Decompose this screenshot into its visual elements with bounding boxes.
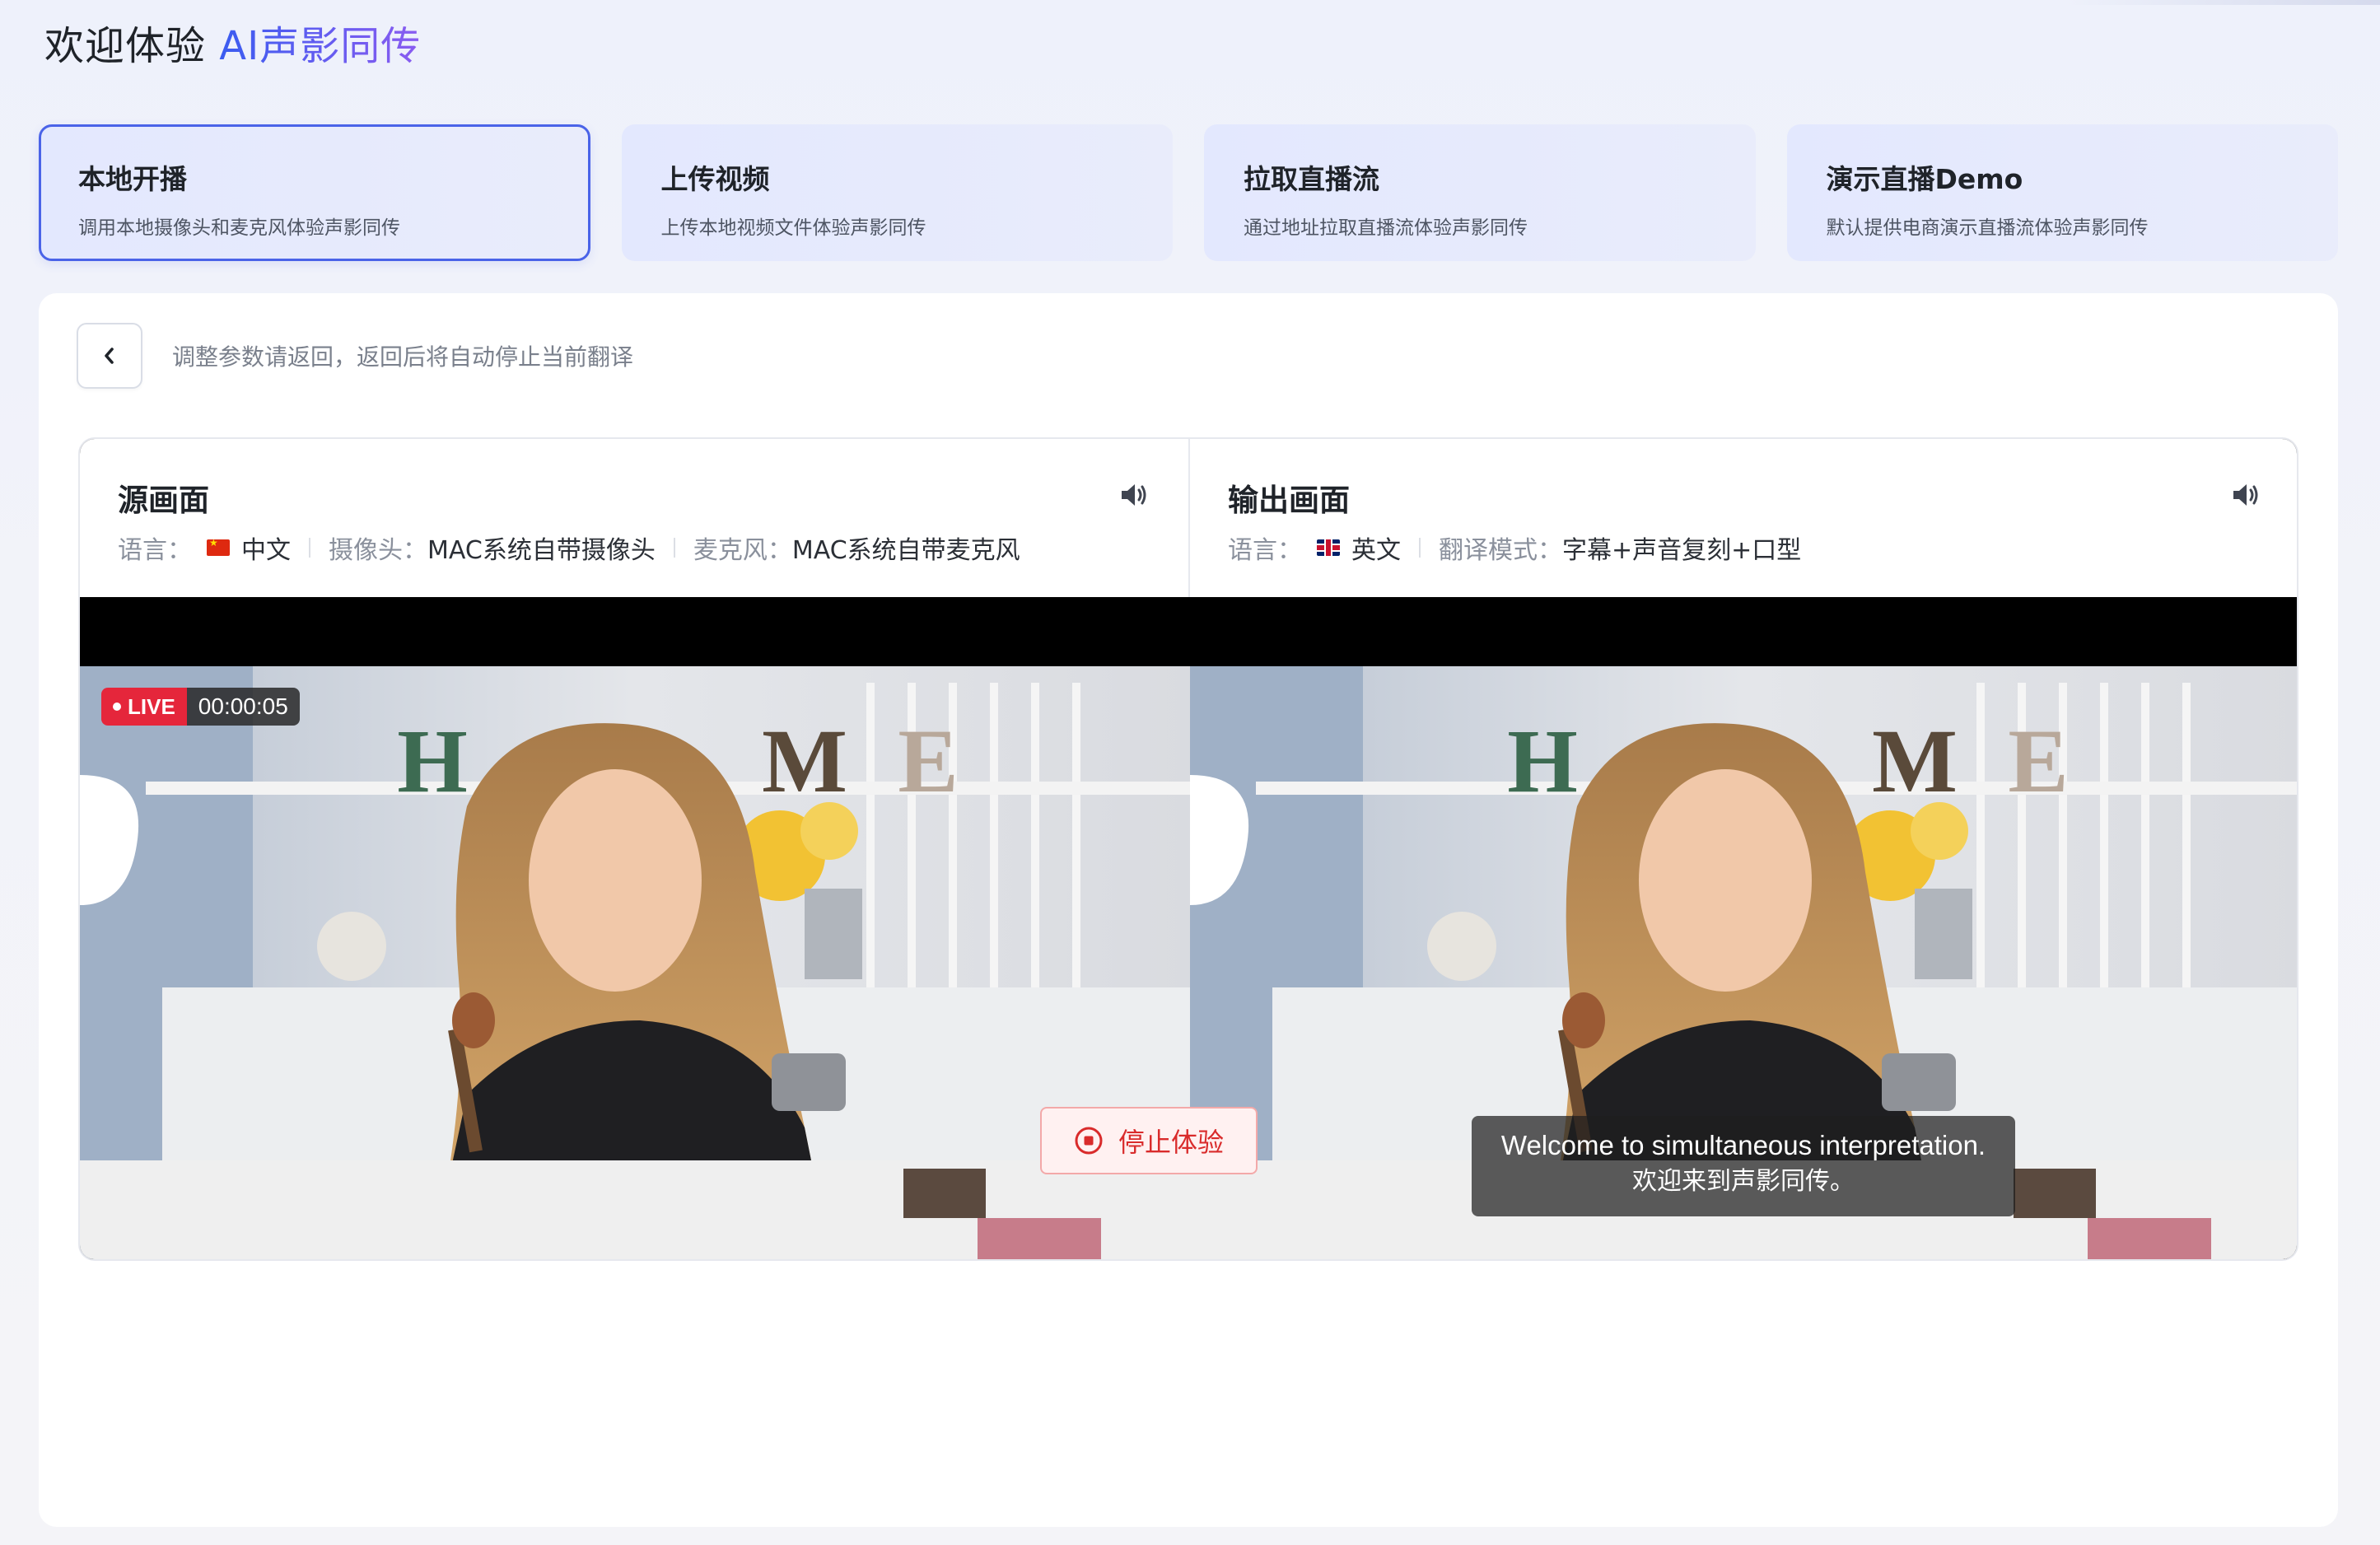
mode-tab-title: 上传视频 <box>660 163 770 195</box>
divider <box>1419 538 1421 558</box>
svg-text:H: H <box>1507 711 1578 811</box>
stop-button-label: 停止体验 <box>1118 1127 1224 1158</box>
language-value: 中文 <box>241 536 291 565</box>
page-title-prefix: 欢迎体验 <box>44 23 220 69</box>
elapsed-time: 00:00:05 <box>186 688 300 726</box>
mode-tab-upload-video[interactable]: 上传视频 上传本地视频文件体验声影同传 <box>621 124 1173 261</box>
source-video[interactable]: H M E LIVE 00:00:05 <box>80 597 1190 1259</box>
stop-button[interactable]: 停止体验 <box>1040 1107 1258 1174</box>
mic-value: MAC系统自带麦克风 <box>791 536 1020 565</box>
mode-tab-desc: 上传本地视频文件体验声影同传 <box>660 217 926 239</box>
output-video[interactable]: H M E Welcome to simultaneous interpreta… <box>1190 597 2297 1259</box>
subtitle-english: Welcome to simultaneous interpretation. <box>1500 1130 1986 1160</box>
page-title-brand: AI声影同传 <box>219 23 422 69</box>
speaker-icon[interactable] <box>1119 482 1149 508</box>
mode-tab-demo-live[interactable]: 演示直播Demo 默认提供电商演示直播流体验声影同传 <box>1786 124 2338 261</box>
speaker-icon[interactable] <box>2231 482 2261 508</box>
mode-tab-desc: 通过地址拉取直播流体验声影同传 <box>1244 217 1528 239</box>
divider <box>309 538 310 558</box>
header-decoration <box>2067 0 2380 5</box>
page-title: 欢迎体验 AI声影同传 <box>44 13 421 71</box>
output-meta: 语言： 英文 翻译模式： 字幕+声音复刻+口型 <box>1228 530 1801 566</box>
language-value: 英文 <box>1351 536 1401 565</box>
back-hint: 调整参数请返回，返回后将自动停止当前翻译 <box>172 343 634 371</box>
stop-icon <box>1075 1127 1103 1155</box>
live-indicator: LIVE <box>101 688 187 726</box>
language-label: 语言： <box>118 536 192 565</box>
mode-tab-title: 演示直播Demo <box>1826 163 2023 195</box>
source-video-frame: H M E <box>80 666 1190 1259</box>
mode-tab-title: 拉取直播流 <box>1244 163 1379 195</box>
subtitle-chinese: 欢迎来到声影同传。 <box>1632 1167 1855 1196</box>
china-flag-icon <box>207 539 230 556</box>
translation-mode-value: 字幕+声音复刻+口型 <box>1562 536 1802 565</box>
output-panel-header: 输出画面 语言： 英文 翻译模式： 字幕+声音复刻+口型 <box>1190 439 2297 597</box>
language-label: 语言： <box>1228 536 1302 565</box>
subtitle-overlay: Welcome to simultaneous interpretation. … <box>1472 1116 2015 1216</box>
svg-text:M: M <box>762 711 847 811</box>
svg-text:H: H <box>397 711 468 811</box>
output-panel-title: 输出画面 <box>1228 483 1350 518</box>
mic-label: 麦克风： <box>693 536 792 565</box>
mode-tab-desc: 默认提供电商演示直播流体验声影同传 <box>1826 217 2149 239</box>
mode-tab-desc: 调用本地摄像头和麦克风体验声影同传 <box>78 217 400 239</box>
mode-tab-title: 本地开播 <box>78 163 187 195</box>
chevron-left-icon <box>105 348 114 364</box>
mode-tabs: 本地开播 调用本地摄像头和麦克风体验声影同传 上传视频 上传本地视频文件体验声影… <box>39 124 2338 261</box>
camera-label: 摄像头： <box>329 536 427 565</box>
translation-mode-label: 翻译模式： <box>1439 536 1562 565</box>
source-panel-header: 源画面 语言： 中文 摄像头： MAC系统自带摄像头 麦克风： MAC系统自带麦… <box>80 439 1190 597</box>
uk-flag-icon <box>1317 539 1340 556</box>
source-meta: 语言： 中文 摄像头： MAC系统自带摄像头 麦克风： MAC系统自带麦克风 <box>118 530 1020 566</box>
live-label: LIVE <box>128 693 175 719</box>
svg-text:M: M <box>1872 711 1958 811</box>
live-badge: LIVE 00:00:05 <box>101 688 300 726</box>
divider <box>673 538 675 558</box>
live-dot <box>113 702 121 711</box>
back-button[interactable] <box>77 323 142 389</box>
camera-value: MAC系统自带摄像头 <box>427 536 656 565</box>
svg-text:E: E <box>2008 711 2068 811</box>
mode-tab-local-live[interactable]: 本地开播 调用本地摄像头和麦克风体验声影同传 <box>39 124 590 261</box>
source-panel-title: 源画面 <box>118 483 209 518</box>
session-card: 调整参数请返回，返回后将自动停止当前翻译 源画面 语言： 中文 摄像头： MAC… <box>39 293 2338 1527</box>
mode-tab-pull-stream[interactable]: 拉取直播流 通过地址拉取直播流体验声影同传 <box>1204 124 1756 261</box>
svg-text:E: E <box>898 711 958 811</box>
